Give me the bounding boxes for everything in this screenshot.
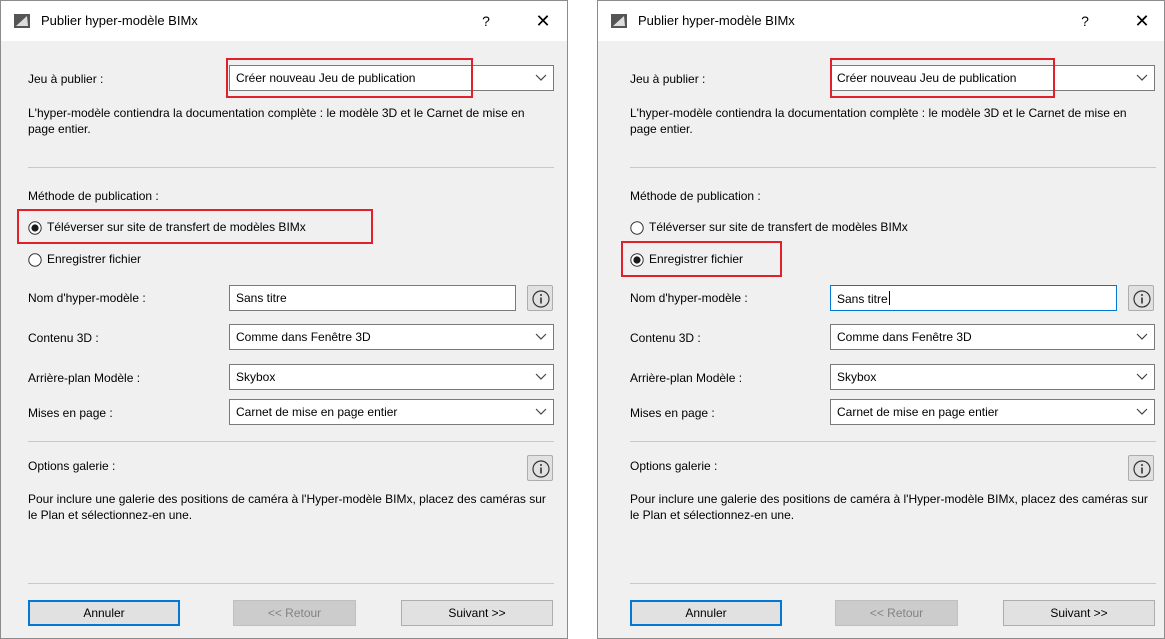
- background-label: Arrière-plan Modèle :: [630, 371, 743, 385]
- radio-upload-indicator: [28, 221, 42, 235]
- gallery-description: Pour inclure une galerie des positions d…: [630, 492, 1148, 522]
- separator: [28, 167, 554, 168]
- name-input[interactable]: Sans titre: [830, 285, 1117, 311]
- radio-upload-label: Téléverser sur site de transfert de modè…: [649, 220, 908, 234]
- gallery-label: Options galerie :: [28, 459, 116, 473]
- info-icon: [532, 290, 550, 308]
- background-label: Arrière-plan Modèle :: [28, 371, 141, 385]
- name-value: Sans titre: [837, 292, 888, 306]
- title-bar[interactable]: Publier hyper-modèle BIMx ? ✕: [598, 1, 1164, 41]
- name-input[interactable]: Sans titre: [229, 285, 516, 311]
- set-label: Jeu à publier :: [28, 72, 104, 86]
- back-button[interactable]: << Retour: [233, 600, 356, 626]
- radio-save-label: Enregistrer fichier: [649, 252, 744, 266]
- layouts-dropdown[interactable]: Carnet de mise en page entier: [830, 399, 1155, 425]
- radio-save[interactable]: Enregistrer fichier: [630, 251, 830, 269]
- separator: [630, 583, 1156, 584]
- name-label: Nom d'hyper-modèle :: [630, 291, 748, 305]
- layouts-label: Mises en page :: [630, 406, 715, 420]
- radio-upload-indicator: [630, 221, 644, 235]
- layouts-value: Carnet de mise en page entier: [236, 405, 398, 419]
- content-dropdown[interactable]: Comme dans Fenêtre 3D: [830, 324, 1155, 350]
- background-value: Skybox: [236, 370, 276, 384]
- title-bar[interactable]: Publier hyper-modèle BIMx ? ✕: [1, 1, 567, 41]
- back-button[interactable]: << Retour: [835, 600, 958, 626]
- background-dropdown[interactable]: Skybox: [229, 364, 554, 390]
- method-label: Méthode de publication :: [630, 189, 761, 203]
- gallery-description: Pour inclure une galerie des positions d…: [28, 492, 546, 522]
- chevron-down-icon: [535, 408, 547, 415]
- name-label: Nom d'hyper-modèle :: [28, 291, 146, 305]
- set-dropdown[interactable]: Créer nouveau Jeu de publication: [229, 65, 554, 91]
- chevron-down-icon: [1136, 408, 1148, 415]
- set-description: L'hyper-modèle contiendra la documentati…: [630, 106, 1127, 136]
- chevron-down-icon: [535, 373, 547, 380]
- content-value: Comme dans Fenêtre 3D: [236, 330, 371, 344]
- chevron-down-icon: [535, 333, 547, 340]
- close-button[interactable]: ✕: [531, 10, 555, 32]
- chevron-down-icon: [535, 74, 547, 81]
- separator: [28, 441, 554, 442]
- radio-save-indicator: [630, 253, 644, 267]
- cancel-button[interactable]: Annuler: [28, 600, 180, 626]
- set-description: L'hyper-modèle contiendra la documentati…: [28, 106, 525, 136]
- radio-save[interactable]: Enregistrer fichier: [28, 251, 228, 269]
- chevron-down-icon: [1136, 373, 1148, 380]
- info-icon: [1133, 290, 1151, 308]
- gallery-info-button[interactable]: [527, 455, 553, 481]
- radio-upload[interactable]: Téléverser sur site de transfert de modè…: [630, 219, 980, 237]
- help-button[interactable]: ?: [1075, 10, 1095, 32]
- dialog-left: Publier hyper-modèle BIMx ? ✕ Jeu à publ…: [0, 0, 568, 639]
- separator: [630, 167, 1156, 168]
- gallery-label: Options galerie :: [630, 459, 718, 473]
- set-value: Créer nouveau Jeu de publication: [837, 71, 1017, 85]
- layouts-dropdown[interactable]: Carnet de mise en page entier: [229, 399, 554, 425]
- radio-save-indicator: [28, 253, 42, 267]
- layouts-value: Carnet de mise en page entier: [837, 405, 999, 419]
- separator: [28, 583, 554, 584]
- set-label: Jeu à publier :: [630, 72, 706, 86]
- layouts-label: Mises en page :: [28, 406, 113, 420]
- next-button[interactable]: Suivant >>: [401, 600, 553, 626]
- dialog-right: Publier hyper-modèle BIMx ? ✕ Jeu à publ…: [597, 0, 1165, 639]
- archicad-icon: [14, 14, 30, 28]
- dialog-title: Publier hyper-modèle BIMx: [638, 13, 795, 28]
- method-label: Méthode de publication :: [28, 189, 159, 203]
- radio-upload[interactable]: Téléverser sur site de transfert de modè…: [28, 219, 378, 237]
- content-dropdown[interactable]: Comme dans Fenêtre 3D: [229, 324, 554, 350]
- name-value: Sans titre: [236, 291, 287, 305]
- name-info-button[interactable]: [1128, 285, 1154, 311]
- text-caret: [888, 291, 890, 305]
- name-info-button[interactable]: [527, 285, 553, 311]
- chevron-down-icon: [1136, 74, 1148, 81]
- radio-upload-label: Téléverser sur site de transfert de modè…: [47, 220, 306, 234]
- set-dropdown[interactable]: Créer nouveau Jeu de publication: [830, 65, 1155, 91]
- radio-save-label: Enregistrer fichier: [47, 252, 142, 266]
- set-value: Créer nouveau Jeu de publication: [236, 71, 416, 85]
- background-dropdown[interactable]: Skybox: [830, 364, 1155, 390]
- cancel-button[interactable]: Annuler: [630, 600, 782, 626]
- chevron-down-icon: [1136, 333, 1148, 340]
- content-label: Contenu 3D :: [630, 331, 701, 345]
- info-icon: [1133, 460, 1151, 478]
- content-value: Comme dans Fenêtre 3D: [837, 330, 972, 344]
- next-button[interactable]: Suivant >>: [1003, 600, 1155, 626]
- archicad-icon: [611, 14, 627, 28]
- background-value: Skybox: [837, 370, 877, 384]
- help-button[interactable]: ?: [476, 10, 496, 32]
- separator: [630, 441, 1156, 442]
- info-icon: [532, 460, 550, 478]
- gallery-info-button[interactable]: [1128, 455, 1154, 481]
- content-label: Contenu 3D :: [28, 331, 99, 345]
- close-button[interactable]: ✕: [1130, 10, 1154, 32]
- dialog-title: Publier hyper-modèle BIMx: [41, 13, 198, 28]
